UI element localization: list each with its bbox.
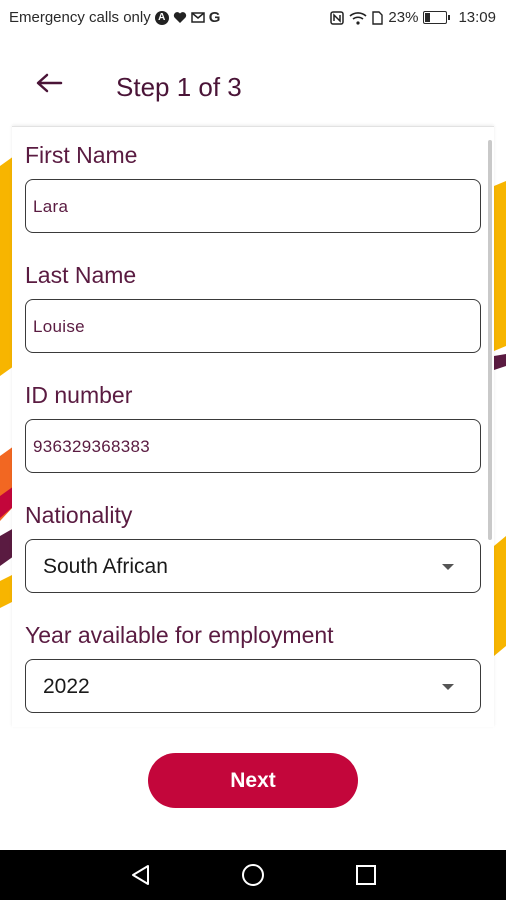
id-number-value: 936329368383 <box>33 437 151 456</box>
heart-icon <box>173 11 187 24</box>
status-right: 23% 13:09 <box>330 9 496 26</box>
battery-fill <box>425 13 431 22</box>
gmail-icon <box>190 12 205 23</box>
home-circle-icon[interactable] <box>240 862 266 888</box>
first-name-field[interactable]: Lara <box>25 179 481 233</box>
clock: 13:09 <box>458 9 496 26</box>
first-name-label: First Name <box>25 142 138 168</box>
year-label: Year available for employment <box>25 622 334 648</box>
wifi-icon <box>349 11 367 25</box>
year-selected: 2022 <box>43 675 90 698</box>
scrollbar[interactable] <box>488 140 492 540</box>
chevron-down-icon <box>442 564 454 570</box>
sim-icon <box>372 10 384 25</box>
last-name-field[interactable]: Louise <box>25 299 481 353</box>
nationality-selected: South African <box>43 555 168 578</box>
status-bar: Emergency calls only A G 23% 13:09 <box>0 0 506 36</box>
back-triangle-icon[interactable] <box>128 862 154 888</box>
a-badge-icon: A <box>154 10 169 25</box>
app-header: Step 1 of 3 <box>0 36 506 126</box>
first-name-value: Lara <box>33 197 69 216</box>
google-icon: G <box>208 9 221 26</box>
next-button[interactable]: Next <box>148 753 358 808</box>
id-number-field[interactable]: 936329368383 <box>25 419 481 473</box>
battery-icon <box>423 11 451 24</box>
arrow-left-icon[interactable] <box>34 72 64 94</box>
year-select[interactable]: 2022 <box>25 659 481 713</box>
page-title: Step 1 of 3 <box>116 72 242 102</box>
id-number-label: ID number <box>25 382 133 408</box>
recents-square-icon[interactable] <box>353 862 379 888</box>
nationality-label: Nationality <box>25 502 133 528</box>
chevron-down-icon <box>442 684 454 690</box>
last-name-value: Louise <box>33 317 85 336</box>
carrier-text: Emergency calls only <box>9 9 151 26</box>
status-left: Emergency calls only A G <box>9 9 220 26</box>
last-name-label: Last Name <box>25 262 137 288</box>
battery-percent: 23% <box>388 9 419 26</box>
nationality-select[interactable]: South African <box>25 539 481 593</box>
nfc-icon <box>330 10 345 25</box>
navigation-bar <box>0 850 506 900</box>
